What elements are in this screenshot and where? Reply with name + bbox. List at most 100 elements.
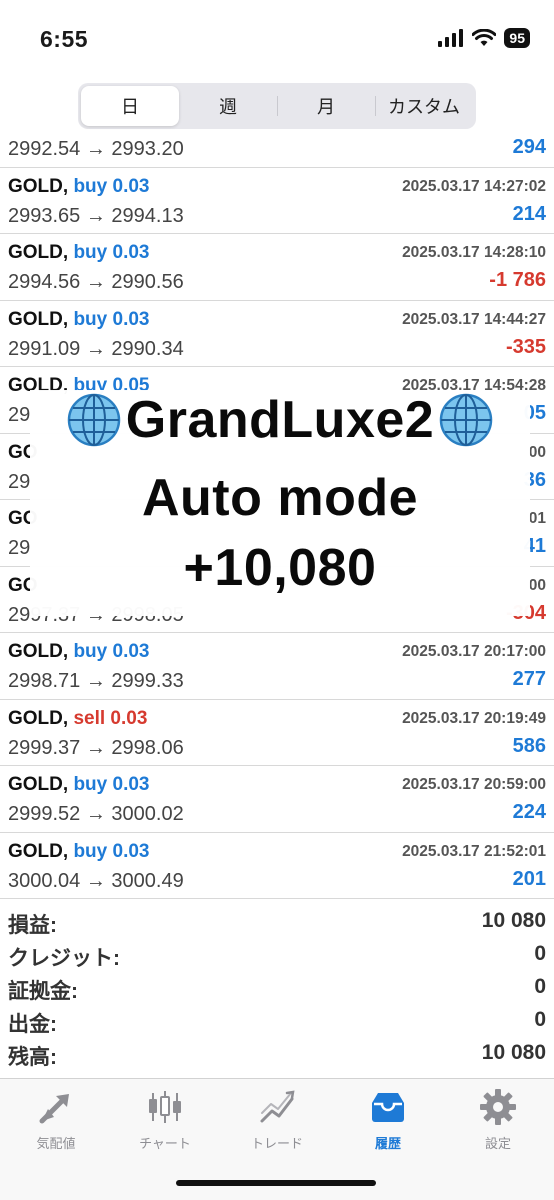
trade-prices: 29 [8,470,31,493]
trade-prices: 29 [8,404,31,426]
trade-prices: 2999.52 → 3000.02 [8,803,184,825]
tab-history[interactable]: 履歴 [338,1087,438,1152]
segment-month[interactable]: 月 [277,86,375,126]
trade-time: 2025.03.17 14:28:10 [402,244,546,261]
tab-label: 履歴 [374,1136,401,1151]
trade-row[interactable]: GOLD, buy 0.03 2025.03.17 14:44:27 2991.… [0,301,554,367]
tab-quotes[interactable]: 気配値 [6,1087,106,1152]
overlay-mode: Auto mode [141,469,419,527]
summary-value: 10 080 [481,909,546,932]
summary-label: 残高: [8,1046,57,1069]
overlay-title-text: GrandLuxe2 [125,391,435,449]
period-segmented-control[interactable]: 日 週 月 カスタム [78,83,476,129]
trade-title: GOLD, buy 0.03 [8,309,150,331]
tab-trade[interactable]: トレード [227,1087,327,1152]
trade-time: 00 [528,443,546,461]
battery-indicator: 95 [504,28,530,48]
trade-title: GOLD, sell 0.03 [8,708,147,730]
trade-profit: 214 [512,202,546,225]
overlay-profit: +10,080 [183,539,377,597]
overlay-title: GrandLuxe2 [30,390,530,450]
summary-label: 出金: [8,1013,57,1036]
tab-label: 設定 [484,1136,511,1151]
segment-custom[interactable]: カスタム [375,86,473,126]
trade-time: 2025.03.17 14:44:27 [402,310,546,328]
segment-week[interactable]: 週 [179,86,277,126]
trade-symbol: GOLD, [8,707,69,729]
trade-row[interactable]: GOLD, buy 0.03 2992.54 → 2993.20 294 [0,138,554,168]
signal-icon [438,29,464,47]
trade-prices: 2991.09 → 2990.34 [8,337,184,360]
summary-withdrawal-row: 出金: 0 [0,1005,554,1038]
trade-side-lots: buy 0.03 [73,840,150,862]
trade-row[interactable]: GOLD, buy 0.03 2025.03.17 14:27:02 2993.… [0,168,554,234]
trade-prices: 2992.54 → 2993.20 [8,138,184,160]
trade-symbol: GOLD, [8,175,69,197]
trade-symbol: GOLD, [8,774,69,795]
tab-label: チャート [139,1136,191,1151]
trade-profit: 294 [512,138,546,158]
summary-label: 証拠金: [8,980,78,1003]
trade-row[interactable]: GOLD, buy 0.03 2025.03.17 21:52:01 3000.… [0,833,554,899]
trade-time: 2025.03.17 14:27:02 [402,177,546,195]
summary-profit-row: 損益: 10 080 [0,906,554,939]
gear-icon [480,1089,516,1125]
globe-icon [67,393,121,447]
status-bar: 6:55 95 [0,0,554,78]
trade-side-lots: buy 0.03 [73,242,150,263]
tab-settings[interactable]: 設定 [448,1087,548,1152]
trade-prices: 3000.04 → 3000.49 [8,869,184,892]
trade-side-lots: buy 0.03 [73,308,150,330]
quotes-arrows-icon [39,1094,69,1124]
trade-prices: 2999.37 → 2998.06 [8,736,184,759]
history-inbox-icon [372,1093,404,1122]
summary-label: 損益: [8,914,57,937]
trade-side-lots: sell 0.03 [73,707,148,729]
summary-value: 0 [534,975,546,998]
trade-row[interactable]: GOLD, buy 0.03 2025.03.17 14:28:10 2994.… [0,234,554,301]
trade-row[interactable]: GOLD, buy 0.03 2025.03.17 20:17:00 2998.… [0,633,554,700]
segment-day[interactable]: 日 [81,86,179,126]
trade-row[interactable]: GOLD, buy 0.03 2025.03.17 20:59:00 2999.… [0,766,554,833]
trade-time: 2025.03.17 20:59:00 [402,776,546,793]
tab-label: トレード [250,1136,303,1151]
trade-title: GOLD, buy 0.03 [8,641,150,663]
trade-prices: 2993.65 → 2994.13 [8,204,184,227]
summary-label: クレジット: [8,947,120,970]
summary-value: 0 [534,1008,546,1031]
trade-chart-icon [260,1090,295,1123]
trade-symbol: GOLD, [8,641,69,662]
trade-time: 2025.03.17 20:17:00 [402,643,546,660]
trade-profit: 586 [512,734,546,757]
trade-side-lots: buy 0.03 [73,641,150,662]
trade-profit: 201 [512,867,546,890]
candlestick-icon [149,1091,181,1123]
summary-value: 0 [534,942,546,965]
trade-title: GOLD, buy 0.03 [8,774,150,796]
trade-time: 2025.03.17 21:52:01 [402,842,546,860]
trade-row[interactable]: GOLD, sell 0.03 2025.03.17 20:19:49 2999… [0,700,554,766]
summary-credit-row: クレジット: 0 [0,939,554,972]
trade-symbol: GOLD, [8,840,69,862]
summary-margin-row: 証拠金: 0 [0,972,554,1005]
trade-symbol: GOLD, [8,308,69,330]
tab-chart[interactable]: チャート [115,1087,215,1152]
trade-side-lots: buy 0.03 [73,175,150,197]
trade-profit: 224 [512,801,546,823]
trade-prices: 29 [8,537,31,559]
trade-symbol: GOLD, [8,242,69,263]
trade-title: GOLD, buy 0.03 [8,841,150,863]
trade-profit: 277 [512,668,546,690]
trade-time: 00 [528,576,546,594]
wifi-icon [472,29,497,46]
trade-time: 01 [528,510,546,527]
promo-overlay: GrandLuxe2 Auto mode +10,080 [30,390,530,616]
summary-section: 損益: 10 080 クレジット: 0 証拠金: 0 出金: 0 残高: 10 … [0,906,554,1071]
status-time: 6:55 [40,26,89,52]
trade-side-lots: buy 0.03 [73,774,150,795]
tab-label: 気配値 [36,1136,76,1151]
trade-profit: -1 786 [489,269,546,291]
trade-prices: 2998.71 → 2999.33 [8,670,184,692]
trade-profit: -335 [505,335,546,358]
trade-title: GOLD, buy 0.03 [8,242,150,264]
